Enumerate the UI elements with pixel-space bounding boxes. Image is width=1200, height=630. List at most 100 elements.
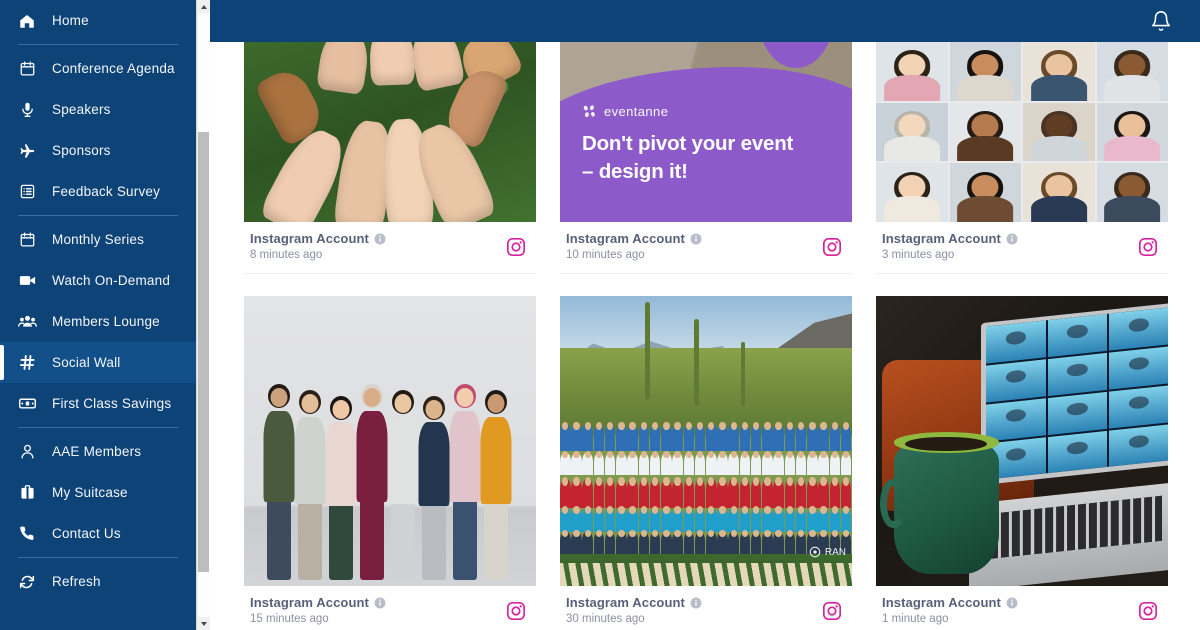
sidebar-item-monthly-series[interactable]: Monthly Series	[0, 219, 196, 260]
instagram-icon[interactable]	[1138, 601, 1158, 621]
social-post-card[interactable]: Instagram Account 1 minute ago	[876, 296, 1168, 625]
laptop-video-tile	[1047, 430, 1108, 474]
post-account-name: Instagram Account	[882, 231, 1138, 246]
phone-icon	[14, 523, 40, 545]
laptop-video-tile	[986, 359, 1046, 403]
refresh-icon	[14, 571, 40, 593]
post-media-women-group[interactable]	[244, 296, 536, 586]
social-post-card[interactable]: Instagram Account 3 minutes ago	[876, 42, 1168, 274]
suitcase-icon	[14, 482, 40, 504]
post-media-laptop-video-call[interactable]	[876, 296, 1168, 586]
post-caption: Instagram Account 10 minutes ago	[560, 222, 852, 261]
sidebar-item-members-lounge[interactable]: Members Lounge	[0, 301, 196, 342]
social-wall-page: Home Conference Agenda Speakers Sponsors Fee…	[0, 0, 1200, 630]
info-icon[interactable]	[374, 233, 386, 245]
post-timestamp: 15 minutes ago	[250, 613, 329, 625]
calendar-icon	[14, 58, 40, 80]
info-icon[interactable]	[690, 233, 702, 245]
video-participant-tile	[1096, 42, 1168, 101]
sidebar-item-feedback-survey[interactable]: Feedback Survey	[0, 171, 196, 212]
social-post-card[interactable]: Instagram Account 15 minutes ago	[244, 296, 536, 625]
post-caption: Instagram Account 8 minutes ago	[244, 222, 536, 261]
video-participant-tile	[1023, 42, 1095, 101]
top-header-bar	[210, 0, 1200, 42]
post-account-name: Instagram Account	[566, 595, 822, 610]
instagram-icon[interactable]	[506, 237, 526, 257]
video-participant-tile	[876, 102, 948, 162]
post-media-video-call-faces[interactable]	[876, 42, 1168, 222]
laptop-video-tile	[1109, 346, 1168, 390]
sidebar-item-aae-members[interactable]: AAE Members	[0, 431, 196, 472]
video-camera-icon	[14, 270, 40, 292]
instagram-icon[interactable]	[822, 601, 842, 621]
video-participant-tile	[1096, 102, 1168, 162]
post-timestamp: 3 minutes ago	[882, 249, 955, 261]
sidebar-item-social-wall[interactable]: Social Wall	[0, 342, 196, 383]
sidebar-item-refresh[interactable]: Refresh	[0, 561, 196, 602]
sidebar-item-label: Contact Us	[52, 526, 121, 541]
scrollbar-thumb[interactable]	[198, 132, 209, 572]
post-account-name: Instagram Account	[566, 231, 822, 246]
scrollbar-track-lower[interactable]	[198, 572, 209, 617]
sidebar-divider	[18, 215, 178, 216]
info-icon[interactable]	[1006, 233, 1018, 245]
video-participant-tile	[876, 42, 948, 101]
sidebar-item-my-suitcase[interactable]: My Suitcase	[0, 472, 196, 513]
social-post-card[interactable]: RAN Instagram Account 30 minutes ago	[560, 296, 852, 625]
instagram-icon[interactable]	[1138, 237, 1158, 257]
sidebar-item-watch-on-demand[interactable]: Watch On-Demand	[0, 260, 196, 301]
sidebar-item-label: Home	[52, 13, 89, 28]
laptop-video-tile	[1047, 391, 1108, 436]
microphone-icon	[14, 99, 40, 121]
social-post-card[interactable]: eventanne Don't pivot your event – desig…	[560, 42, 852, 274]
instagram-icon[interactable]	[822, 237, 842, 257]
page-scrollbar[interactable]	[196, 0, 210, 630]
post-media-large-group-desert[interactable]: RAN	[560, 296, 852, 586]
post-account-name: Instagram Account	[882, 595, 1138, 610]
sidebar-item-conference-agenda[interactable]: Conference Agenda	[0, 48, 196, 89]
watermark-ring-icon	[809, 546, 821, 558]
caret-down-icon[interactable]	[197, 617, 210, 630]
airplane-icon	[14, 140, 40, 162]
post-caption: Instagram Account 15 minutes ago	[244, 586, 536, 625]
sidebar-item-label: Conference Agenda	[52, 61, 175, 76]
sidebar-item-label: First Class Savings	[52, 396, 172, 411]
info-icon[interactable]	[374, 597, 386, 609]
sidebar-item-home[interactable]: Home	[0, 0, 196, 41]
scrollbar-track-upper[interactable]	[198, 13, 209, 132]
sidebar-item-contact-us[interactable]: Contact Us	[0, 513, 196, 554]
sidebar-item-label: Speakers	[52, 102, 111, 117]
sidebar-item-label: My Suitcase	[52, 485, 128, 500]
sidebar-item-speakers[interactable]: Speakers	[0, 89, 196, 130]
card-divider	[244, 273, 536, 274]
person-figure	[293, 390, 327, 580]
photo-watermark: RAN	[809, 546, 846, 558]
post-caption: Instagram Account 30 minutes ago	[560, 586, 852, 625]
sidebar-item-label: Monthly Series	[52, 232, 145, 247]
sidebar-item-label: AAE Members	[52, 444, 142, 459]
people-group-icon	[14, 311, 40, 333]
sidebar-item-first-class-savings[interactable]: First Class Savings	[0, 383, 196, 424]
laptop-video-tile	[986, 320, 1046, 364]
card-divider	[560, 273, 852, 274]
crowd-row	[560, 448, 852, 476]
video-participant-tile	[1096, 163, 1168, 222]
post-timestamp: 8 minutes ago	[250, 249, 323, 261]
laptop-video-tile	[1047, 353, 1108, 397]
post-media-eventanne-graphic[interactable]: eventanne Don't pivot your event – desig…	[560, 42, 852, 222]
post-row: Instagram Account 8 minutes ago eventann…	[244, 42, 1168, 274]
sidebar-item-label: Refresh	[52, 574, 101, 589]
social-wall-grid: Instagram Account 8 minutes ago eventann…	[210, 42, 1200, 630]
instagram-icon[interactable]	[506, 601, 526, 621]
laptop-video-tile	[1109, 424, 1168, 468]
info-icon[interactable]	[1006, 597, 1018, 609]
sidebar-item-sponsors[interactable]: Sponsors	[0, 130, 196, 171]
card-divider	[876, 273, 1168, 274]
post-caption: Instagram Account 3 minutes ago	[876, 222, 1168, 261]
info-icon[interactable]	[690, 597, 702, 609]
bell-icon[interactable]	[1148, 8, 1174, 34]
social-post-card[interactable]: Instagram Account 8 minutes ago	[244, 42, 536, 274]
eventanne-wordmark: eventanne	[604, 104, 669, 119]
post-media-hands-circle[interactable]	[244, 42, 536, 222]
caret-up-icon[interactable]	[197, 0, 210, 13]
